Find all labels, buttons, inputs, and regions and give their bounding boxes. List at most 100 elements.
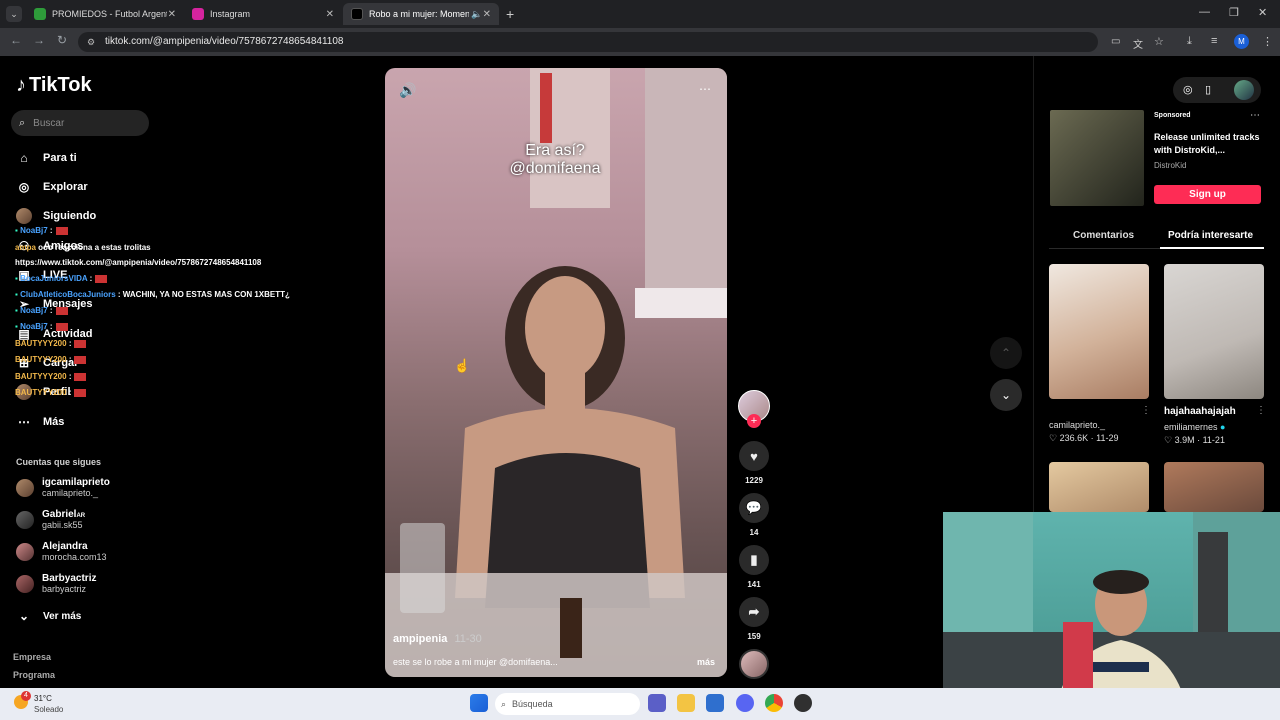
back-icon[interactable]: ← — [10, 33, 22, 47]
next-video-button[interactable]: ⌄ — [990, 379, 1022, 411]
like-button[interactable]: ♥ 1229 — [736, 441, 772, 485]
tiktok-favicon — [351, 8, 363, 20]
video-more-icon[interactable]: ⋯ — [699, 82, 711, 96]
video-author[interactable]: ampipenia 11-30 — [393, 633, 482, 645]
new-tab-button[interactable]: + — [506, 6, 514, 22]
argentina-flag-icon — [74, 355, 87, 364]
url-text[interactable]: tiktok.com/@ampipenia/video/757867274865… — [105, 36, 343, 47]
nav-explorar[interactable]: ◎ Explorar — [16, 176, 88, 198]
previous-video-button[interactable]: ⌃ — [990, 337, 1022, 369]
share-button[interactable]: ➦ 159 — [736, 597, 772, 641]
close-icon[interactable]: ✕ — [326, 9, 334, 20]
search-icon: ⌕ — [501, 698, 507, 709]
nav-mas[interactable]: ⋯ Más — [16, 411, 64, 433]
volume-icon[interactable]: 🔊 — [399, 82, 416, 99]
sponsored-more-icon[interactable]: ⋯ — [1250, 110, 1260, 121]
chat-message: https://www.tiktok.com/@ampipenia/video/… — [15, 258, 262, 267]
home-icon: ⌂ — [20, 151, 28, 165]
weather-text: Soleado — [34, 705, 64, 714]
video-caption: este se lo robe a mi mujer @domifaena... — [393, 657, 558, 667]
bookmark-star-icon[interactable]: ☆ — [1154, 35, 1164, 48]
file-explorer-icon[interactable] — [677, 694, 695, 712]
reload-icon[interactable]: ↻ — [57, 33, 67, 47]
chat-message: BAUTYYY200 : — [15, 372, 87, 381]
chat-badge-icon: ▪ — [15, 290, 18, 299]
window-close-button[interactable]: ✕ — [1258, 6, 1267, 19]
chat-app-icon[interactable] — [648, 694, 666, 712]
following-account[interactable]: Alejandra morocha.com13 — [16, 541, 107, 562]
tiktok-logo[interactable]: ♪ TikTok — [16, 74, 92, 97]
search-input[interactable]: ⌕ Buscar — [11, 110, 149, 136]
sponsored-label: Sponsored — [1154, 112, 1191, 119]
user-avatar[interactable] — [1234, 80, 1254, 100]
suggestion-stats: ♡ 3.9M · 11-21 — [1164, 435, 1225, 445]
windows-start-icon[interactable] — [470, 694, 488, 712]
translate-icon[interactable]: 文 — [1133, 36, 1143, 51]
menu-icon[interactable]: ⋮ — [1262, 35, 1273, 48]
sign-up-button[interactable]: Sign up — [1154, 185, 1261, 204]
windows-taskbar — [0, 688, 1280, 720]
reading-list-icon[interactable]: ≡ — [1211, 35, 1217, 47]
suggestion-thumbnail[interactable] — [1049, 264, 1149, 399]
restore-button[interactable]: ❐ — [1229, 6, 1239, 19]
argentina-flag-icon — [74, 339, 87, 348]
cast-icon[interactable]: ▭ — [1111, 36, 1120, 47]
footer-link[interactable]: Empresa — [13, 652, 51, 662]
suggestion-more-icon[interactable]: ⋮ — [1256, 405, 1266, 416]
music-disc-avatar[interactable] — [739, 649, 769, 679]
suggestion-title: camilaprieto._ — [1049, 420, 1106, 430]
following-account[interactable]: igcamilaprieto camilaprieto._ — [16, 477, 110, 498]
tab-instagram[interactable]: Instagram ✕ — [184, 3, 342, 25]
argentina-flag-icon — [55, 226, 68, 235]
download-icon[interactable]: ⤓ — [1187, 35, 1192, 48]
forward-icon[interactable]: → — [33, 33, 45, 47]
store-icon[interactable] — [706, 694, 724, 712]
comment-button[interactable]: 💬 14 — [736, 493, 772, 537]
follow-plus-icon[interactable]: + — [747, 414, 761, 428]
explore-icon[interactable]: ◎ — [1183, 83, 1193, 96]
speaker-icon[interactable]: 🔈 — [471, 9, 482, 20]
close-icon[interactable]: ✕ — [168, 9, 176, 20]
suggestion-thumbnail[interactable] — [1164, 462, 1264, 512]
discord-icon[interactable] — [736, 694, 754, 712]
tab-tiktok[interactable]: Robo a mi mujer: Momento 🔈 ✕ — [343, 3, 499, 25]
following-title: Cuentas que sigues — [16, 457, 102, 467]
avatar — [16, 542, 34, 561]
site-info-icon[interactable]: ⚙ — [87, 37, 95, 48]
save-button[interactable]: ▮ 141 — [736, 545, 772, 589]
following-account[interactable]: Barbyactriz barbyactriz — [16, 573, 96, 594]
tab-comentarios[interactable]: Comentarios — [1073, 230, 1134, 241]
following-account[interactable]: GabrielAR gabii.sk55 — [16, 509, 85, 530]
argentina-flag-icon — [74, 372, 87, 381]
tab-promiedos[interactable]: PROMIEDOS - Futbol Argentino ✕ — [26, 3, 184, 25]
caption-more-button[interactable]: más — [697, 657, 715, 667]
see-more-button[interactable]: ⌄ Ver más — [16, 605, 81, 627]
obs-icon[interactable] — [794, 694, 812, 712]
chat-badge-icon: ▪ — [15, 226, 18, 235]
chrome-icon[interactable] — [765, 694, 783, 712]
tab-search-button[interactable]: ⌄ — [6, 6, 22, 22]
footer-link[interactable]: Programa — [13, 670, 55, 680]
chat-badge-icon: ▪ — [15, 322, 18, 331]
suggestion-title: hajahaahajajah — [1164, 406, 1236, 417]
suggestion-stats: ♡ 236.6K · 11-29 — [1049, 433, 1119, 443]
verified-icon: ● — [1220, 422, 1226, 432]
nav-siguiendo[interactable]: Siguiendo — [16, 205, 96, 227]
tiktok-note-icon: ♪ — [16, 74, 26, 96]
suggestion-thumbnail[interactable] — [1164, 264, 1264, 399]
nav-para-ti[interactable]: ⌂ Para ti — [16, 147, 76, 169]
close-icon[interactable]: ✕ — [483, 9, 491, 20]
temperature: 31°C — [34, 694, 52, 703]
suggestion-thumbnail[interactable] — [1049, 462, 1149, 512]
minimize-button[interactable]: — — [1199, 6, 1210, 18]
cursor-icon: ☝ — [454, 358, 471, 373]
avatar — [16, 574, 34, 593]
argentina-flag-icon — [55, 306, 68, 315]
tab-podria-interesarte[interactable]: Podría interesarte — [1168, 230, 1253, 241]
profile-avatar[interactable]: M — [1234, 34, 1249, 49]
device-icon[interactable]: ▯ — [1205, 83, 1211, 96]
suggestion-more-icon[interactable]: ⋮ — [1141, 405, 1151, 416]
taskbar-search[interactable]: ⌕ Búsqueda — [495, 693, 640, 715]
chat-badge-icon: ▪ — [15, 306, 18, 315]
sponsored-thumbnail[interactable] — [1050, 110, 1144, 206]
